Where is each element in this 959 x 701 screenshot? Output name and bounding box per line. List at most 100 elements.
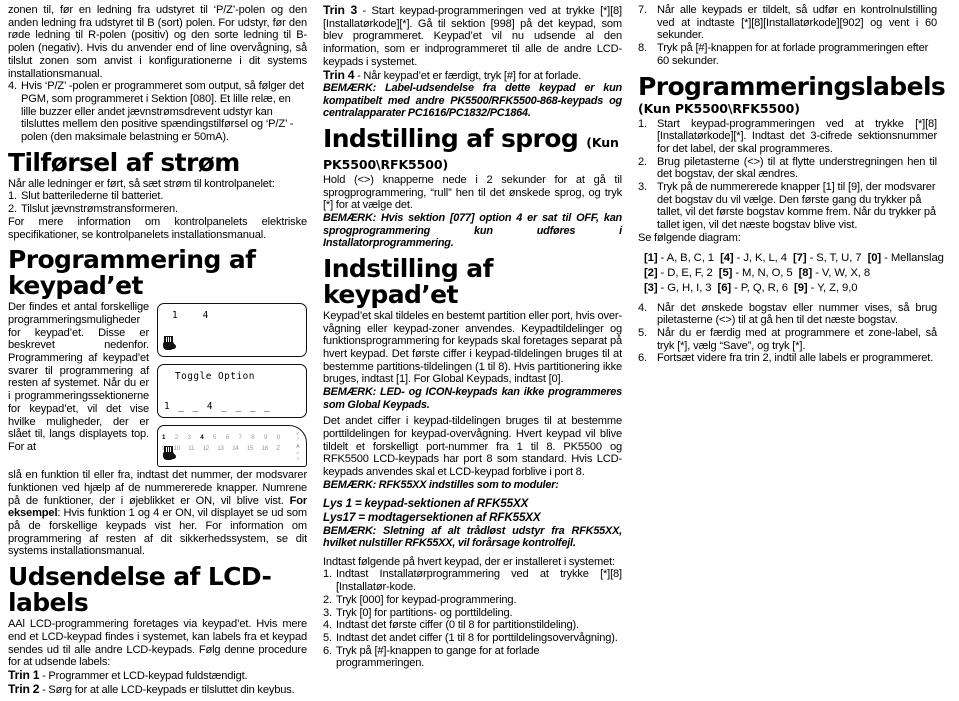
list-item-number: 2. <box>638 155 647 168</box>
list-item-number: 2. <box>8 203 17 216</box>
list-item-text: Tryk [0] for partitions- og porttildelin… <box>336 606 513 619</box>
list-item-number: 3. <box>638 181 647 194</box>
zone-label: 14 <box>232 445 239 453</box>
trin-2-label: Trin 2 <box>8 681 40 696</box>
trin-1-text: - Programmer et LCD-keypad fuldstændigt. <box>39 669 248 682</box>
list-item: 4. Når det ønskede bogstav eller nummer v… <box>638 302 937 327</box>
key-cell: [5] <box>718 266 733 279</box>
list-item: 1. Slut batterilederne til batteriet. <box>8 190 307 203</box>
zone-label: 13 <box>217 445 224 453</box>
key-cell: [8] <box>798 266 813 279</box>
list-item: 2. Tryk [000] for keypad-programmering. <box>323 594 622 607</box>
enter-instructions-intro: Indtast følgende på hvert keypad, der er… <box>323 555 615 568</box>
key-cell: [2] <box>644 266 658 279</box>
heading-lcd-labels: Udsendelse af LCD-labels <box>8 562 272 618</box>
pointing-hand-icon <box>163 336 176 351</box>
list-item-number: 8. <box>638 42 647 55</box>
key-letters: - D, E, F, 2 <box>657 266 713 279</box>
note-label-broadcast: BEMÆRK: Label-udsendelse fra dette keypa… <box>323 82 622 120</box>
table-row: [2] - D, E, F, 2 [5] - M, N, O, 5 [8] - … <box>644 266 937 281</box>
list-item-number: 6. <box>638 352 647 365</box>
key-letters: - P, Q, R, 6 <box>731 281 788 294</box>
list-item-number: 2. <box>323 593 332 606</box>
list-item-text: Start keypad-programmeringen ved at tryk… <box>657 117 937 155</box>
zone-label: 0 <box>276 434 280 442</box>
lcd2-top-line: Toggle Option <box>175 371 255 383</box>
see-diagram-text: Se følgende diagram: <box>638 231 741 244</box>
list-item-text: Indtast Installatørprogrammering ved at … <box>336 568 622 594</box>
trin-1-label: Trin 1 <box>8 667 40 682</box>
icon-keypad-example: 1 2 3 4 5 6 7 8 9 0 9 10 11 <box>157 425 307 468</box>
heading-language-models: PK5500\RFK5500) <box>323 157 449 172</box>
icon-keypad-zone-grid: 1 2 3 4 5 6 7 8 9 0 9 10 11 <box>162 433 280 453</box>
key-letters: - A, B, C, 1 <box>657 251 715 264</box>
lcd-display-example-2: Toggle Option 1 _ _ 4 _ _ _ _ <box>157 364 307 419</box>
prog-text-a: slå en funktion til eller fra, indtast d… <box>8 469 307 507</box>
keypad-setup-paragraph-1: Keypad’et skal tildeles en bestemt parti… <box>323 309 622 386</box>
status-power-icon: ○ <box>296 456 300 463</box>
lys-1-line: Lys 1 = keypad-sektionen af RFK55XX <box>323 497 529 511</box>
list-item-number: 4. <box>8 80 17 93</box>
list-item-text: Indtast det andet ciffer (1 til 8 for po… <box>336 632 618 644</box>
label-programming-step-list-continued: 4. Når det ønskede bogstav eller nummer v… <box>638 302 937 366</box>
list-item-text: Brug piletasterne (<>) til at flytte und… <box>657 155 937 181</box>
zone-label: 7 <box>238 434 242 442</box>
key-cell: [9] <box>794 281 808 294</box>
zone-label: 4 <box>200 434 204 442</box>
key-letters: - J, K, L, 4 <box>733 251 787 264</box>
list-item: 4. Indtast det første ciffer (0 til 8 for… <box>323 619 622 632</box>
heading-keypad-programming: Programmering af keypad’et <box>8 245 256 301</box>
trin-3-text: - Start keypad-programmeringen ved at tr… <box>323 5 622 68</box>
list-item-text: Tryk på de nummererede knapper [1] til [… <box>657 181 936 232</box>
key-letters: - G, H, I, 3 <box>657 281 712 294</box>
list-item: 3. Tryk på de nummererede knapper [1] til… <box>638 181 937 232</box>
list-item-text: Når du er færdig med at programmere et z… <box>657 326 937 352</box>
keypad-assignment-step-list: 1. Indtast Installatørprogrammering ved a… <box>323 568 622 670</box>
trin-1-line: Trin 1 - Programmer et LCD-keypad fuldst… <box>8 669 307 683</box>
list-item: 2. Tilslut jævnstrømstransformeren. <box>8 203 307 216</box>
trin-4-paragraph: Trin 4 - Når keypad’et er færdigt, tryk … <box>323 68 622 83</box>
table-row: [1] - A, B, C, 1 [4] - J, K, L, 4 [7] - … <box>644 251 944 266</box>
lcd2-bottom-line: 1 _ _ 4 _ _ _ _ <box>164 401 272 413</box>
list-item-text: Når alle keypads er tildelt, så udfør en… <box>657 4 937 42</box>
list-item-text: Fortsæt videre fra trin 2, indtil alle l… <box>657 352 934 365</box>
letter-key-mapping-table: [1] - A, B, C, 1 [4] - J, K, L, 4 [7] - … <box>644 251 944 296</box>
list-item: 6. Tryk på [#]-knappen to gange for at fo… <box>323 645 622 670</box>
table-row: [3] - G, H, I, 3 [6] - P, Q, R, 6 [9] - … <box>644 281 937 296</box>
list-item: 5. Indtast det andet ciffer (1 til 8 for … <box>323 632 622 645</box>
list-item-text: Tryk på [#]-knappen to gange for at forl… <box>336 644 540 670</box>
list-item-number: 5. <box>638 326 647 339</box>
language-paragraph: Hold (<>) knapperne nede i 2 sekunder fo… <box>323 174 622 212</box>
zone-label: 5 <box>213 434 217 442</box>
list-item: 8. Tryk på [#]-knappen for at forlade pro… <box>638 42 937 67</box>
lcd1-top-line: 1 4 <box>172 310 211 322</box>
lcd-labels-paragraph: AAl LCD-programmering foretages via keyp… <box>8 618 307 669</box>
key-cell: [7] <box>792 251 807 264</box>
list-item-text: Tilslut jævnstrømstransformeren. <box>21 203 178 216</box>
key-letters: - S, T, U, 7 <box>806 251 862 264</box>
heading-language-sub-inline: (Kun <box>586 135 619 150</box>
list-item-number: 6. <box>323 644 332 657</box>
column-2: Trin 3 - Start keypad-programmeringen ve… <box>323 4 622 701</box>
list-item-text: Tryk på [#]-knappen for at forlade progr… <box>657 42 929 67</box>
programming-paragraph-2: slå en funktion til eller fra, indtast d… <box>8 469 307 558</box>
column-3: 7. Når alle keypads er tildelt, så udfør … <box>638 4 946 701</box>
note-rfk55xx-delete: BEMÆRK: Sletning af alt trådløst udstyr … <box>323 524 622 550</box>
note-rfk55xx-modules: BEMÆRK: RFK55XX indstilles som to module… <box>323 478 559 491</box>
list-item-text: Tryk [000] for keypad-programmering. <box>336 593 517 606</box>
zone-label: Z <box>276 445 280 453</box>
list-item: 6. Fortsæt videre fra trin 2, indtil alle… <box>638 352 937 365</box>
list-item-text: Når det ønskede bogstav eller nummer vis… <box>657 301 937 327</box>
key-cell: [1] <box>644 251 658 264</box>
key-letters: - M, N, O, 5 <box>732 266 793 279</box>
list-item-number: 5. <box>323 632 332 644</box>
heading-language-main: Indstilling af sprog <box>323 124 579 153</box>
list-item: 7. Når alle keypads er tildelt, så udfør … <box>638 4 937 42</box>
icon-keypad-zone-row-2: 9 10 11 12 13 14 15 16 Z <box>162 444 280 453</box>
note-language-section: BEMÆRK: Hvis sektion [077] option 4 er s… <box>323 212 622 250</box>
zone-label: 8 <box>251 434 255 442</box>
list-item-number: 4. <box>323 619 332 632</box>
heading-programming-labels: Programmeringslabels <box>638 71 946 101</box>
pointing-hand-icon <box>163 446 176 461</box>
list-item-number: 1. <box>638 117 647 130</box>
